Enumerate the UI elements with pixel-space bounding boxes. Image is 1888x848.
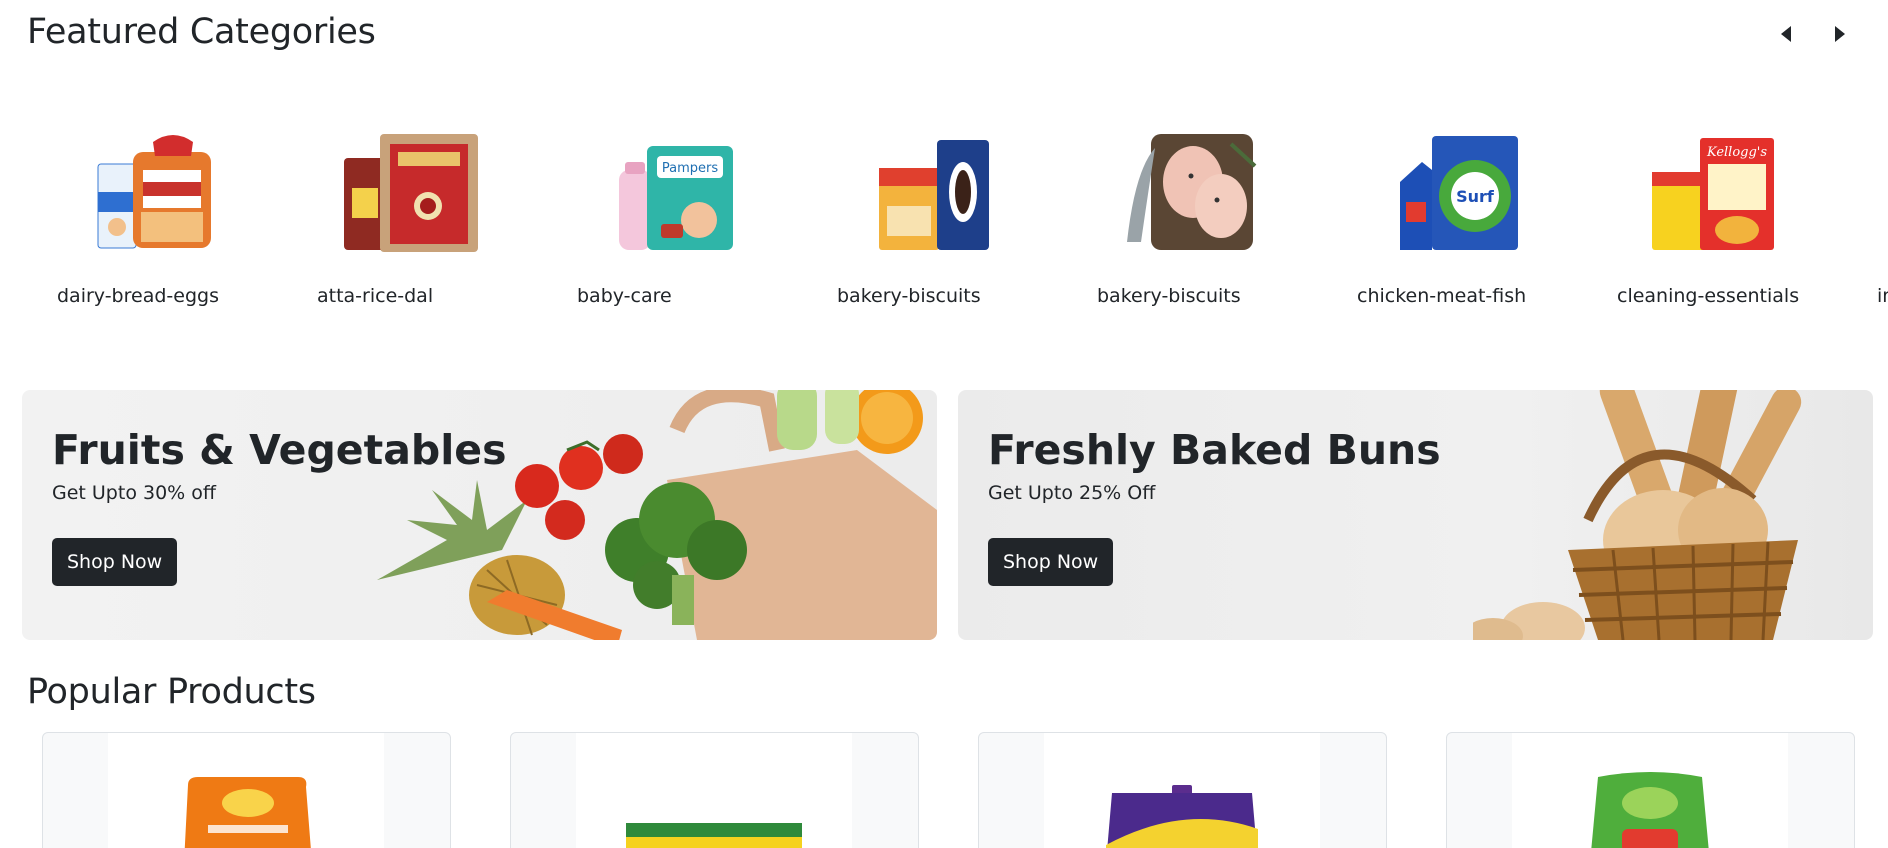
category-image: Pampers — [617, 140, 747, 270]
banner-title: Fruits & Vegetables — [52, 426, 507, 474]
banner-subtitle: Get Upto 30% off — [52, 482, 216, 504]
popular-products-title: Popular Products — [27, 672, 316, 712]
category-label: cleaning-essentials — [1617, 285, 1800, 307]
product-image — [1106, 785, 1258, 848]
product-image — [626, 823, 802, 848]
svg-text:Surf: Surf — [1456, 187, 1495, 206]
category-label: bakery-biscuits — [1097, 285, 1241, 307]
category-label: in — [1877, 285, 1888, 307]
product-image — [184, 777, 311, 848]
product-card[interactable] — [510, 732, 919, 848]
product-image-area — [1512, 733, 1788, 848]
carousel-nav — [1774, 22, 1852, 46]
product-card[interactable] — [978, 732, 1387, 848]
svg-text:Kellogg's: Kellogg's — [1706, 145, 1767, 160]
freshly-baked-buns-banner: Freshly Baked Buns Get Upto 25% Off Shop… — [958, 390, 1873, 640]
product-image-area — [108, 733, 384, 848]
category-image: Surf — [1392, 132, 1522, 262]
category-image — [342, 132, 478, 262]
category-label: atta-rice-dal — [317, 285, 434, 307]
product-image — [1591, 772, 1709, 848]
category-label: bakery-biscuits — [837, 285, 981, 307]
category-image — [877, 136, 1007, 266]
product-card[interactable] — [42, 732, 451, 848]
product-image-area — [576, 733, 852, 848]
product-grid — [0, 732, 1888, 848]
banner-title: Freshly Baked Buns — [988, 426, 1441, 474]
shop-now-button[interactable]: Shop Now — [52, 538, 178, 586]
fruits-vegetables-banner: Fruits & Vegetables Get Upto 30% off Sho… — [22, 390, 937, 640]
banner-subtitle: Get Upto 25% Off — [988, 482, 1156, 504]
caret-right-icon[interactable] — [1828, 22, 1852, 46]
product-image-area — [1044, 733, 1320, 848]
category-image — [1121, 130, 1257, 260]
category-carousel: dairy-bread-eggs atta-rice-dal Pampers b… — [0, 120, 1888, 320]
product-card[interactable] — [1446, 732, 1855, 848]
category-image — [93, 132, 223, 262]
bread-basket-image — [1473, 390, 1802, 640]
caret-left-icon[interactable] — [1774, 22, 1798, 46]
category-label: dairy-bread-eggs — [57, 285, 219, 307]
category-image: Kellogg's — [1648, 136, 1778, 266]
shop-now-button[interactable]: Shop Now — [988, 538, 1114, 586]
category-label: chicken-meat-fish — [1357, 285, 1527, 307]
category-label: baby-care — [577, 285, 672, 307]
featured-categories-title: Featured Categories — [27, 12, 376, 52]
svg-text:Pampers: Pampers — [662, 161, 718, 176]
